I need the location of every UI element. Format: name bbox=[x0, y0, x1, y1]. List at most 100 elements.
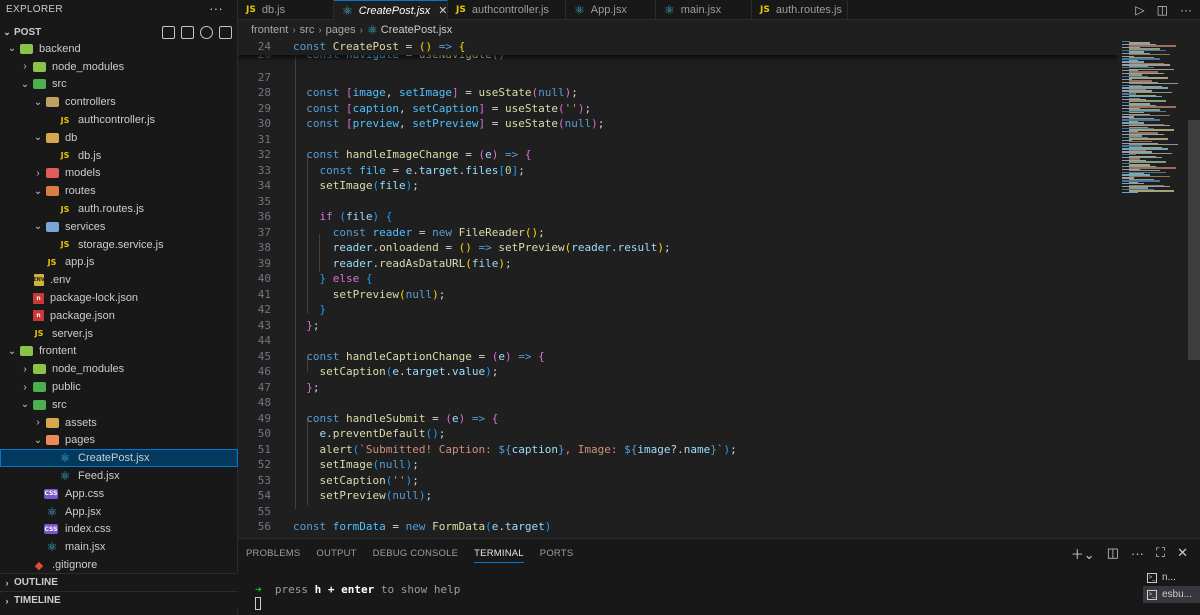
tab-authcontroller-js[interactable]: JS authcontroller.js bbox=[448, 0, 566, 20]
tree-item[interactable]: ◆ .gitignore bbox=[0, 556, 238, 574]
new-file-icon[interactable] bbox=[162, 25, 175, 39]
minimap-line bbox=[1129, 161, 1166, 163]
code-editor[interactable]: 24 const CreatePost = () => {26 const nav… bbox=[238, 39, 1118, 537]
panel-tab-ports[interactable]: PORTS bbox=[532, 539, 582, 567]
react-file-icon: ⚛ bbox=[367, 23, 378, 37]
close-icon[interactable]: ✕ bbox=[438, 4, 447, 17]
tree-item-label: backend bbox=[39, 42, 81, 55]
tree-item[interactable]: ⌄ src bbox=[0, 76, 238, 94]
breadcrumb-item[interactable]: pages bbox=[326, 24, 356, 36]
run-icon[interactable]: ▷ bbox=[1135, 3, 1144, 17]
new-terminal-icon[interactable]: ＋⌄ bbox=[1071, 544, 1095, 563]
line-number: 34 bbox=[257, 179, 271, 192]
more-actions-icon[interactable]: ··· bbox=[1131, 546, 1144, 561]
tree-item[interactable]: JS storage.service.js bbox=[0, 236, 238, 254]
tree-item[interactable]: JS auth.routes.js bbox=[0, 200, 238, 218]
tab-auth-routes-js[interactable]: JS auth.routes.js bbox=[752, 0, 848, 20]
tab-createpost-jsx[interactable]: ⚛ CreatePost.jsx ✕ bbox=[334, 0, 448, 20]
tree-item[interactable]: JS app.js bbox=[0, 254, 238, 272]
more-actions-icon[interactable]: ··· bbox=[1180, 3, 1192, 17]
tree-item[interactable]: ⚛ CreatePost.jsx bbox=[0, 449, 238, 468]
code-text: setCaption(''); bbox=[319, 473, 419, 487]
tree-item[interactable]: ⌄ src bbox=[0, 396, 238, 414]
tree-item[interactable]: ⌄ controllers bbox=[0, 93, 238, 111]
tree-item[interactable]: n package-lock.json bbox=[0, 289, 238, 307]
javascript-file-icon: JS bbox=[246, 5, 256, 15]
split-terminal-icon[interactable]: ◫ bbox=[1107, 545, 1119, 561]
project-header[interactable]: ⌄ POST bbox=[0, 23, 238, 41]
folder-icon bbox=[44, 220, 60, 234]
line-number: 39 bbox=[257, 256, 271, 270]
code-line: 50 e.preventDefault(); bbox=[238, 426, 1118, 442]
split-editor-icon[interactable]: ◫ bbox=[1157, 3, 1168, 17]
tab-app-jsx[interactable]: ⚛ App.jsx bbox=[566, 0, 656, 20]
panel-tab-terminal[interactable]: TERMINAL bbox=[466, 539, 532, 567]
refresh-icon[interactable] bbox=[200, 25, 213, 39]
code-text: } else { bbox=[319, 272, 373, 285]
tab-label: App.jsx bbox=[590, 4, 627, 16]
tree-item[interactable]: ⌄ pages bbox=[0, 432, 238, 450]
new-folder-icon[interactable] bbox=[181, 25, 194, 39]
collapse-all-icon[interactable] bbox=[219, 25, 232, 39]
tree-item[interactable]: ⌄ db bbox=[0, 129, 238, 147]
terminal-output[interactable]: ➜ press h + enter to show help bbox=[255, 583, 460, 596]
panel-tab-debug-console[interactable]: DEBUG CONSOLE bbox=[365, 539, 466, 567]
tree-item[interactable]: CSS App.css bbox=[0, 485, 238, 503]
tree-item[interactable]: n package.json bbox=[0, 307, 238, 325]
tree-item[interactable]: ⚛ App.jsx bbox=[0, 503, 238, 521]
code-text: } bbox=[319, 303, 327, 316]
chevron-right-icon: › bbox=[5, 577, 9, 588]
folder-icon bbox=[31, 60, 47, 74]
tree-item[interactable]: JS authcontroller.js bbox=[0, 111, 238, 129]
code-line: 47 }; bbox=[238, 380, 1118, 396]
line-number: 30 bbox=[257, 117, 271, 130]
tab-label: authcontroller.js bbox=[471, 4, 549, 16]
minimap[interactable] bbox=[1118, 39, 1188, 537]
tree-item[interactable]: ⚛ Feed.jsx bbox=[0, 467, 238, 485]
tree-item[interactable]: › models bbox=[0, 165, 238, 183]
tree-item[interactable]: ⌄ routes bbox=[0, 182, 238, 200]
tree-item[interactable]: JS server.js bbox=[0, 325, 238, 343]
tree-item[interactable]: ⌄ services bbox=[0, 218, 238, 236]
code-line: 49 const handleSubmit = (e) => { bbox=[238, 411, 1118, 427]
chevron-down-icon: ⌄ bbox=[7, 345, 17, 357]
tree-item[interactable]: › node_modules bbox=[0, 360, 238, 378]
tree-item[interactable]: › public bbox=[0, 378, 238, 396]
code-text: }; bbox=[306, 318, 320, 332]
terminal-instance[interactable]: >_ esbu... bbox=[1143, 586, 1200, 603]
timeline-section[interactable]: › TIMELINE bbox=[0, 591, 238, 609]
breadcrumb-item[interactable]: frontent bbox=[251, 24, 288, 36]
breadcrumb-item[interactable]: src bbox=[300, 24, 315, 36]
tree-item[interactable]: › node_modules bbox=[0, 58, 238, 76]
code-line: 40 } else { bbox=[238, 271, 1118, 287]
tab-main-jsx[interactable]: ⚛ main.jsx bbox=[656, 0, 752, 20]
panel-tab-problems[interactable]: PROBLEMS bbox=[238, 539, 308, 567]
tab-db-js[interactable]: JS db.js bbox=[238, 0, 334, 20]
tree-item[interactable]: › assets bbox=[0, 414, 238, 432]
project-name: POST bbox=[14, 26, 42, 38]
line-number: 40 bbox=[257, 272, 271, 285]
breadcrumb-item[interactable]: CreatePost.jsx bbox=[381, 24, 453, 36]
tree-item[interactable]: JS db.js bbox=[0, 147, 238, 165]
panel-tab-output[interactable]: OUTPUT bbox=[308, 539, 364, 567]
tree-item[interactable]: ⌄ frontent bbox=[0, 343, 238, 361]
chevron-down-icon: ⌄ bbox=[33, 96, 43, 108]
terminal-cursor bbox=[255, 597, 261, 610]
tree-item-label: src bbox=[52, 78, 67, 91]
editor-scrollbar[interactable] bbox=[1188, 120, 1200, 360]
more-actions-icon[interactable]: ··· bbox=[209, 1, 223, 16]
close-panel-icon[interactable]: ✕ bbox=[1177, 545, 1188, 561]
line-number: 51 bbox=[257, 442, 271, 456]
minimap-line bbox=[1122, 157, 1162, 159]
tree-item[interactable]: ⚛ main.jsx bbox=[0, 538, 238, 556]
tree-item[interactable]: ⌄ backend bbox=[0, 40, 238, 58]
minimap-line bbox=[1129, 114, 1170, 117]
terminal-instance[interactable]: >_ n... bbox=[1143, 569, 1200, 586]
git-file-icon: ◆ bbox=[34, 558, 44, 572]
css-file-icon: CSS bbox=[44, 488, 58, 499]
tree-item[interactable]: ENV .env bbox=[0, 271, 238, 289]
code-line: 51 alert(`Submitted! Caption: ${caption}… bbox=[238, 442, 1118, 458]
outline-section[interactable]: › OUTLINE bbox=[0, 573, 238, 591]
tree-item[interactable]: CSS index.css bbox=[0, 521, 238, 539]
maximize-panel-icon[interactable]: ⛶ bbox=[1156, 545, 1165, 561]
